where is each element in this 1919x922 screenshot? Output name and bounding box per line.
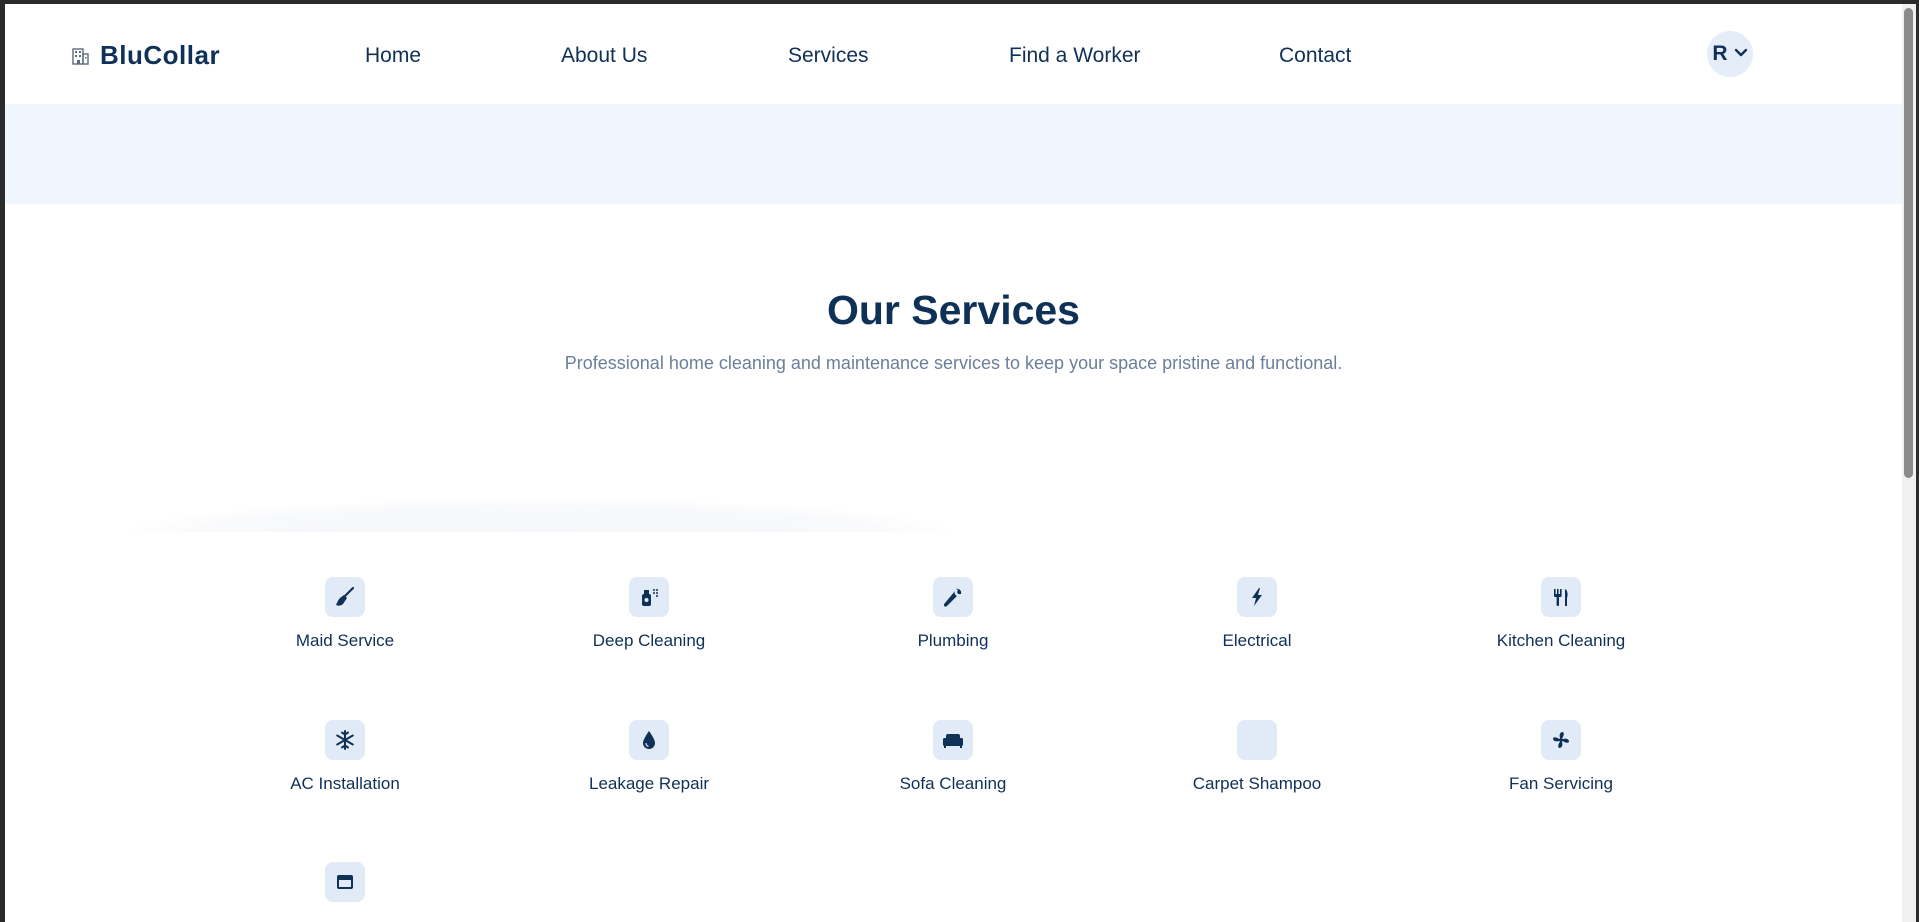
nav-link-services[interactable]: Services [788, 44, 869, 68]
service-card-electrical[interactable]: Electrical [1137, 577, 1377, 651]
service-label: Fan Servicing [1509, 774, 1613, 793]
service-card-sofa-cleaning[interactable]: Sofa Cleaning [833, 720, 1073, 794]
couch-icon [933, 720, 973, 760]
service-card-fan-servicing[interactable]: Fan Servicing [1441, 720, 1681, 794]
chevron-down-icon [1734, 45, 1748, 63]
service-label: Plumbing [917, 631, 989, 650]
navbar: BluCollar Home About Us Services Find a … [5, 4, 1902, 104]
water-drop-icon [629, 720, 669, 760]
scrollbar-thumb[interactable] [1904, 8, 1913, 478]
hero-band [5, 104, 1902, 204]
window-icon [325, 862, 365, 902]
service-card-ac-installation[interactable]: AC Installation [225, 720, 465, 794]
nav-link-find-a-worker[interactable]: Find a Worker [1009, 44, 1141, 68]
service-label: Carpet Shampoo [1192, 774, 1322, 793]
brand-name: BluCollar [100, 40, 221, 70]
service-label: Kitchen Cleaning [1496, 631, 1626, 650]
browser-window: BluCollar Home About Us Services Find a … [5, 4, 1902, 922]
profile-initial: R [1712, 42, 1728, 65]
service-card-carpet-shampoo[interactable]: Carpet Shampoo [1137, 720, 1377, 794]
service-label: Electrical [1222, 631, 1292, 650]
service-label: Deep Cleaning [592, 631, 706, 650]
snowflake-icon [325, 720, 365, 760]
vertical-scrollbar[interactable] [1902, 4, 1916, 922]
nav-link-contact[interactable]: Contact [1279, 44, 1351, 68]
broom-icon [325, 577, 365, 617]
service-label: Sofa Cleaning [899, 774, 1007, 793]
brand-logo[interactable]: BluCollar [70, 40, 220, 71]
blank-icon [1237, 720, 1277, 760]
service-card-maid-service[interactable]: Maid Service [225, 577, 465, 651]
service-card-leakage-repair[interactable]: Leakage Repair [529, 720, 769, 794]
profile-menu-button[interactable]: R [1707, 31, 1753, 77]
service-label: AC Installation [290, 774, 400, 793]
section-title: Our Services [827, 287, 1080, 333]
wrench-icon [933, 577, 973, 617]
service-label: Maid Service [295, 631, 395, 650]
fan-icon [1541, 720, 1581, 760]
nav-link-home[interactable]: Home [365, 44, 421, 68]
bolt-icon [1237, 577, 1277, 617]
utensils-icon [1541, 577, 1581, 617]
building-icon [70, 46, 90, 66]
service-card-partial[interactable] [225, 862, 465, 916]
service-card-kitchen-cleaning[interactable]: Kitchen Cleaning [1441, 577, 1681, 651]
nav-link-about-us[interactable]: About Us [561, 44, 647, 68]
service-label: Leakage Repair [588, 774, 710, 793]
service-card-plumbing[interactable]: Plumbing [833, 577, 1073, 651]
spray-bottle-icon [629, 577, 669, 617]
section-subtitle: Professional home cleaning and maintenan… [564, 353, 1343, 373]
service-card-deep-cleaning[interactable]: Deep Cleaning [529, 577, 769, 651]
